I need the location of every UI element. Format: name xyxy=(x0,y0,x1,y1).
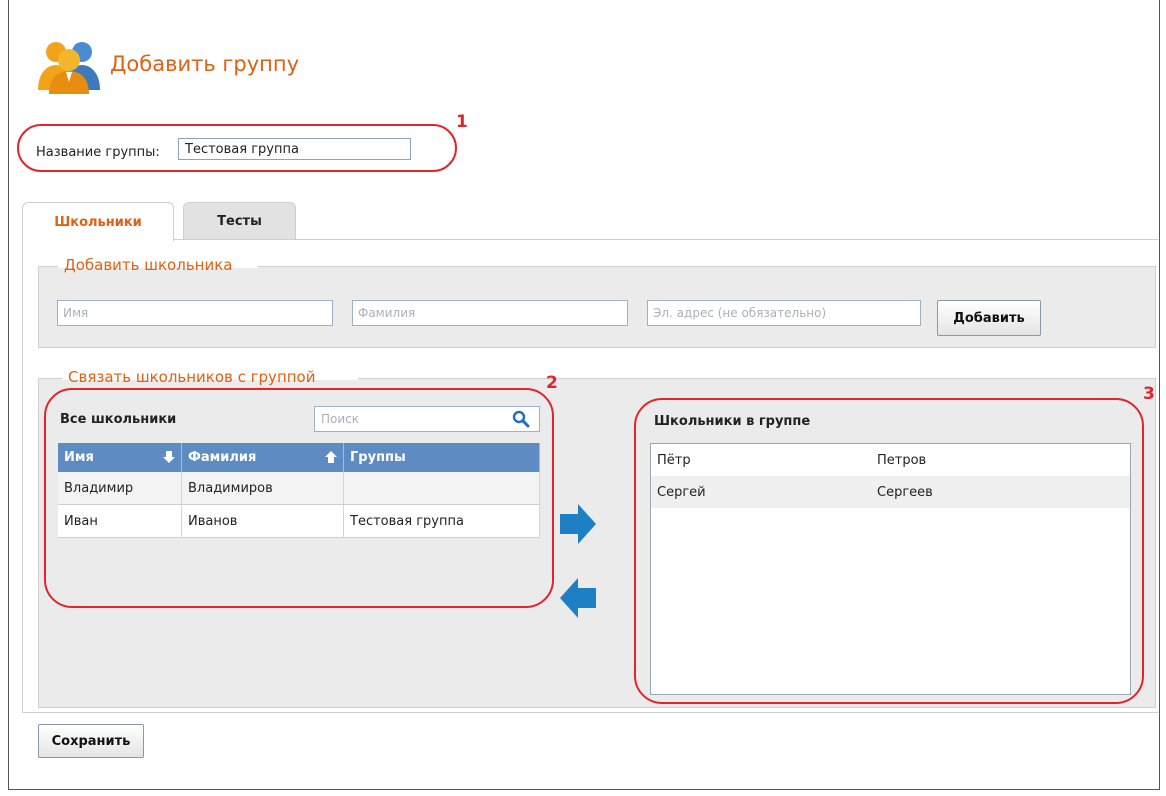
group-students-list: Пётр Петров Сергей Сергеев xyxy=(650,443,1131,695)
arrow-right-icon[interactable] xyxy=(558,502,598,546)
group-name-input[interactable] xyxy=(178,138,411,160)
link-students-legend: Связать школьников с группой xyxy=(68,368,316,386)
table-cell: Иванов xyxy=(182,505,344,537)
tab-tests[interactable]: Тесты xyxy=(183,202,296,240)
table-cell: Тестовая группа xyxy=(344,505,540,537)
group-name-label: Название группы: xyxy=(36,145,160,160)
page-title: Добавить группу xyxy=(110,52,300,76)
table-header: Имя Фамилия Группы xyxy=(58,443,540,472)
list-item-first-name: Пётр xyxy=(657,452,691,468)
table-row[interactable]: Иван Иванов Тестовая группа xyxy=(58,505,540,538)
column-header-name[interactable]: Имя xyxy=(58,443,182,472)
annotation-number-2: 2 xyxy=(546,373,558,393)
table-cell xyxy=(344,472,540,504)
add-student-legend: Добавить школьника xyxy=(64,256,233,274)
column-header-label: Группы xyxy=(350,450,406,465)
table-cell: Владимиров xyxy=(182,472,344,504)
all-students-title: Все школьники xyxy=(60,412,177,427)
users-group-icon xyxy=(38,42,100,94)
all-students-table: Имя Фамилия Группы Владимир Владимиров И… xyxy=(58,443,540,538)
table-cell: Иван xyxy=(58,505,182,537)
arrow-left-icon[interactable] xyxy=(558,576,598,620)
column-header-surname[interactable]: Фамилия xyxy=(182,443,344,472)
column-header-label: Фамилия xyxy=(188,450,257,465)
annotation-number-3: 3 xyxy=(1143,384,1155,404)
last-name-input[interactable] xyxy=(352,300,628,326)
tab-students[interactable]: Школьники xyxy=(22,202,174,241)
email-input[interactable] xyxy=(647,300,921,326)
save-button[interactable]: Сохранить xyxy=(38,724,144,758)
list-item-last-name: Сергеев xyxy=(877,484,933,500)
add-student-button[interactable]: Добавить xyxy=(937,300,1041,336)
arrow-up-icon xyxy=(325,451,337,463)
annotation-number-1: 1 xyxy=(456,112,468,132)
table-cell: Владимир xyxy=(58,472,182,504)
search-input[interactable] xyxy=(314,406,540,432)
list-item-first-name: Сергей xyxy=(657,484,706,500)
group-students-title: Школьники в группе xyxy=(654,414,811,429)
list-item[interactable]: Пётр Петров xyxy=(651,444,1130,476)
table-row[interactable]: Владимир Владимиров xyxy=(58,472,540,505)
column-header-label: Имя xyxy=(64,450,94,465)
first-name-input[interactable] xyxy=(57,300,333,326)
arrow-down-icon xyxy=(163,451,175,463)
list-item-last-name: Петров xyxy=(877,452,927,468)
list-item[interactable]: Сергей Сергеев xyxy=(651,476,1130,508)
column-header-groups[interactable]: Группы xyxy=(344,443,540,472)
search-icon[interactable] xyxy=(512,410,530,428)
